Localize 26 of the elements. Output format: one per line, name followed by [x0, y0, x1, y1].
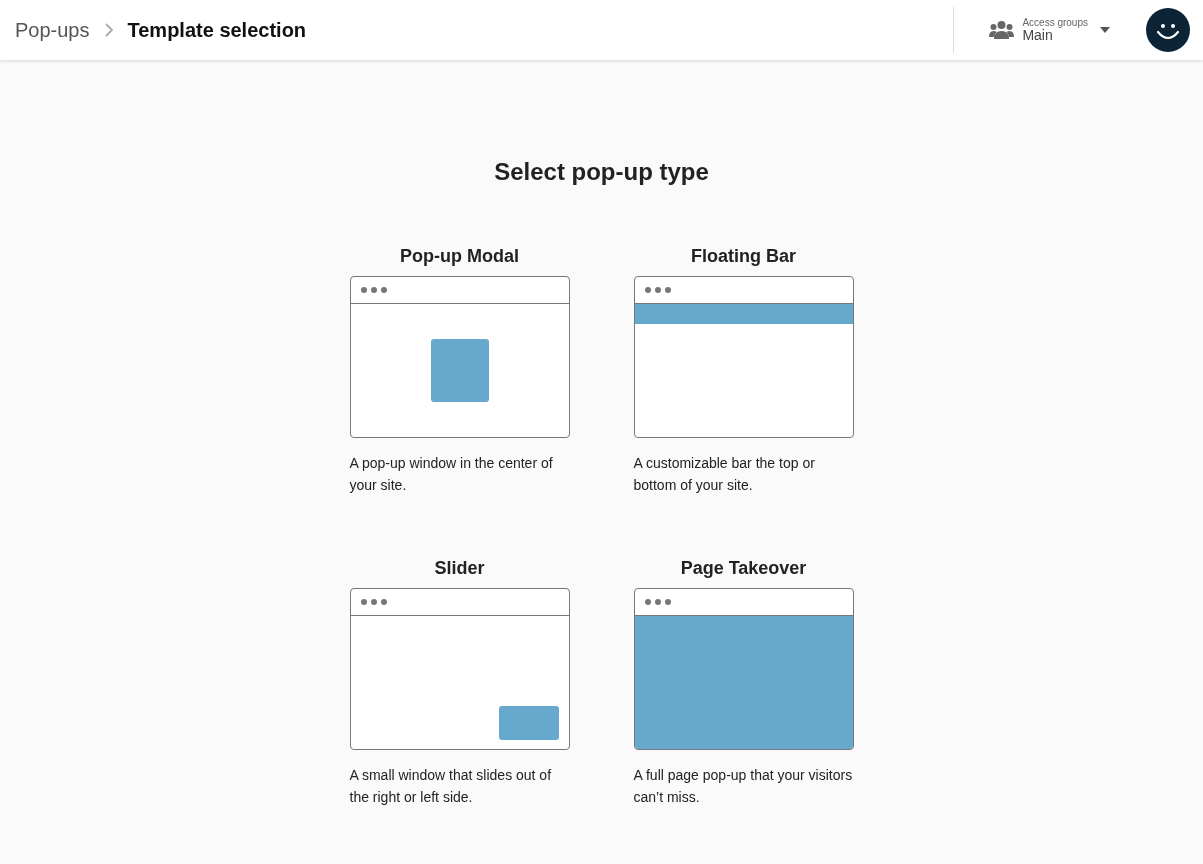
browser-preview[interactable]: [349, 276, 570, 438]
group-icon: [989, 20, 1015, 40]
browser-preview[interactable]: [633, 276, 854, 438]
smiley-avatar-icon[interactable]: [1146, 8, 1190, 52]
browser-preview[interactable]: [349, 588, 570, 750]
chevron-icon: [103, 22, 114, 38]
breadcrumb-link[interactable]: Pop-ups: [15, 18, 90, 42]
type-description: A customizable bar the top or bottom of your site.: [633, 454, 816, 495]
type-description: A pop-up window in the center of your site.: [349, 454, 554, 495]
type-title: Floating Bar: [690, 246, 797, 268]
dots-icon: [644, 287, 671, 293]
popup-shape: [498, 706, 559, 740]
access-group-select[interactable]: Access groups Main: [1022, 16, 1110, 44]
dots-icon: [360, 287, 387, 293]
caret-icon: [1100, 27, 1110, 33]
browser-preview[interactable]: [633, 588, 854, 750]
dots-icon: [360, 599, 387, 605]
type-title: Page Takeover: [679, 558, 808, 580]
page-heading: Select pop-up type: [494, 158, 709, 186]
type-title: Pop-up Modal: [399, 246, 520, 268]
type-description: A full page pop-up that your visitors can’t miss.: [633, 766, 854, 807]
dots-icon: [644, 599, 671, 605]
popup-shape: [430, 339, 489, 402]
breadcrumb-current: Template selection: [127, 18, 307, 42]
type-description: A small window that slides out of the right or left side.: [349, 766, 553, 807]
type-title: Slider: [433, 558, 486, 580]
